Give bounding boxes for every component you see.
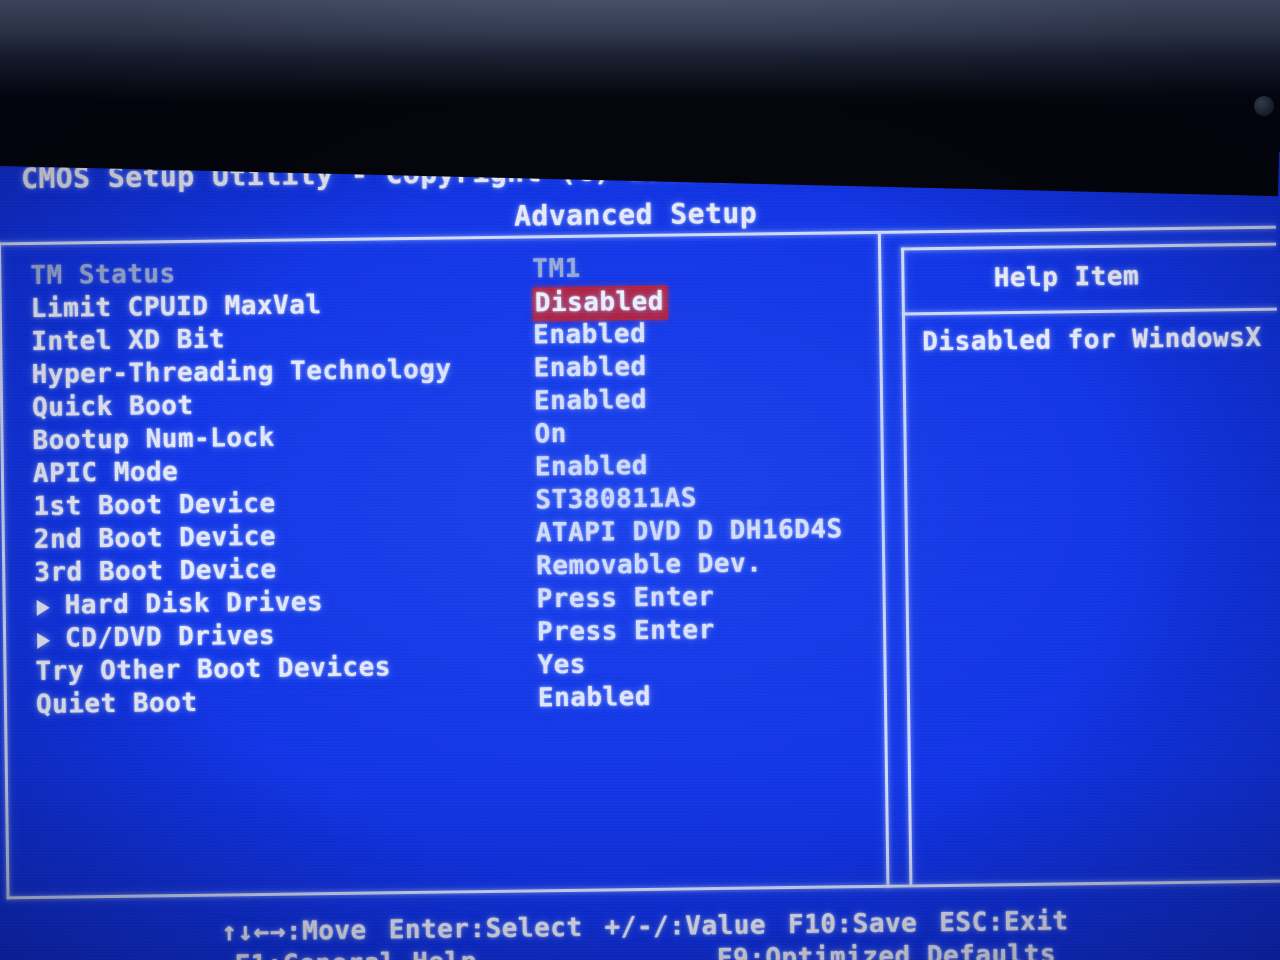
setting-label: APIC Mode xyxy=(32,457,179,489)
setting-label: Intel XD Bit xyxy=(31,324,226,357)
setting-value[interactable]: Enabled xyxy=(538,682,651,713)
setting-value[interactable]: Yes xyxy=(537,650,586,681)
help-panel-text: Disabled for WindowsX xyxy=(922,322,1262,358)
setting-label: Hard Disk Drives xyxy=(64,587,324,621)
setting-label: TM Status xyxy=(30,259,176,291)
bios-photo-screenshot: CMOS Setup Utility - Copyright (C) 1985-… xyxy=(0,0,1280,960)
help-panel-left-rule xyxy=(901,247,913,885)
setting-label: Hyper-Threading Technology xyxy=(31,354,452,390)
bezel-indicator-icon xyxy=(1254,96,1274,116)
setting-label: 1st Boot Device xyxy=(33,488,276,522)
setting-label: Try Other Boot Devices xyxy=(35,652,392,687)
setting-value[interactable]: ST380811AS xyxy=(535,483,697,515)
setting-label: 3rd Boot Device xyxy=(34,554,277,588)
setting-value[interactable]: ATAPI DVD D DH16D4S xyxy=(536,514,843,548)
setting-value[interactable]: Press Enter xyxy=(537,615,715,647)
setting-label: Quiet Boot xyxy=(35,687,198,720)
setting-value[interactable]: Enabled xyxy=(533,352,646,383)
setting-value[interactable]: TM1 xyxy=(532,254,581,285)
setting-value[interactable]: Enabled xyxy=(535,451,648,482)
submenu-arrow-icon xyxy=(37,632,51,649)
setting-label: Bootup Num-Lock xyxy=(32,422,276,456)
footer-key-hint[interactable]: F10:Save xyxy=(788,908,918,940)
bezel-sheen xyxy=(0,0,1280,100)
footer-key-hint[interactable]: +/-/:Value xyxy=(604,910,766,942)
help-panel-split-rule xyxy=(901,307,1277,316)
setting-value[interactable]: Enabled xyxy=(534,385,647,416)
setting-value[interactable]: Removable Dev. xyxy=(536,548,763,581)
setting-value[interactable]: Enabled xyxy=(533,319,646,350)
footer-key-hint[interactable]: F1:General Help xyxy=(234,947,477,960)
help-panel-title: Help Item xyxy=(993,261,1140,294)
frame-bottom-rule xyxy=(6,879,1280,900)
submenu-arrow-icon xyxy=(36,599,50,616)
page-subtitle: Advanced Setup xyxy=(513,196,758,233)
setting-label: Limit CPUID MaxVal xyxy=(30,290,322,324)
footer-key-hint[interactable]: F9:Optimized Defaults xyxy=(717,940,1057,960)
settings-list: TM Status TM1 Limit CPUID MaxVal Disabled In… xyxy=(0,250,884,724)
footer-key-hint[interactable]: Enter:Select xyxy=(389,913,583,946)
help-panel-top-rule xyxy=(901,242,1277,251)
setting-label: CD/DVD Drives xyxy=(64,620,276,654)
setting-value[interactable]: Press Enter xyxy=(536,582,714,614)
setting-value[interactable]: On xyxy=(534,419,567,449)
setting-label: 2nd Boot Device xyxy=(33,521,277,555)
footer-key-hint[interactable]: ↑↓←→:Move xyxy=(221,916,367,948)
setting-label: Quick Boot xyxy=(31,390,194,423)
footer-key-hint[interactable]: ESC:Exit xyxy=(939,906,1069,938)
setting-value-selected[interactable]: Disabled xyxy=(532,285,669,322)
